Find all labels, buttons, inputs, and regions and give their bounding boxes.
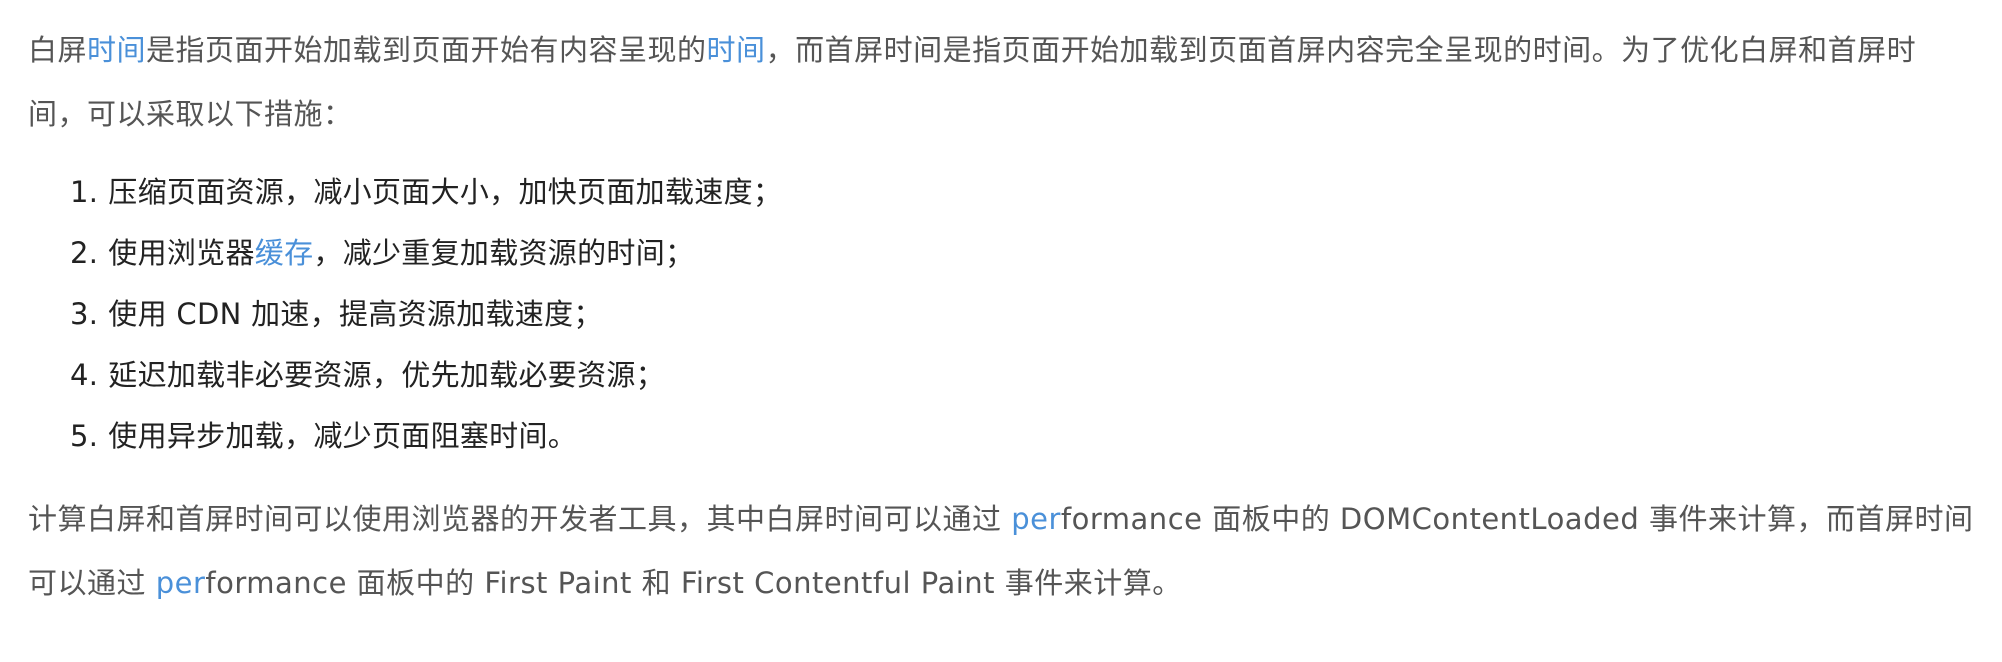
step-number: 5. (70, 419, 99, 453)
step-text-after: ，减少重复加载资源的时间； (313, 236, 695, 270)
measure-text-1: 计算白屏和首屏时间可以使用浏览器的开发者工具，其中白屏时间可以通过 (28, 502, 1012, 536)
list-item: 4. 延迟加载非必要资源，优先加载必要资源； (70, 345, 1974, 406)
time-link-2[interactable]: 时间 (707, 33, 766, 67)
intro-paragraph: 白屏时间是指页面开始加载到页面开始有内容呈现的时间，而首屏时间是指页面开始加载到… (28, 18, 1974, 146)
list-item: 1. 压缩页面资源，减小页面大小，加快页面加载速度； (70, 162, 1974, 223)
step-text: 使用 CDN 加速，提高资源加载速度； (108, 297, 603, 331)
list-item: 2. 使用浏览器缓存，减少重复加载资源的时间； (70, 223, 1974, 284)
step-text: 延迟加载非必要资源，优先加载必要资源； (108, 358, 665, 392)
list-item: 5. 使用异步加载，减少页面阻塞时间。 (70, 406, 1974, 467)
step-number: 4. (70, 358, 99, 392)
intro-text-1: 白屏 (28, 33, 88, 67)
step-number: 2. (70, 236, 99, 270)
optimization-steps-list: 1. 压缩页面资源，减小页面大小，加快页面加载速度； 2. 使用浏览器缓存，减少重复… (28, 162, 1974, 467)
performance-link-1[interactable]: per (1011, 502, 1061, 536)
step-number: 1. (70, 175, 99, 209)
step-text: 压缩页面资源，减小页面大小，加快页面加载速度； (108, 175, 783, 209)
performance-link-2[interactable]: per (156, 566, 206, 600)
step-number: 3. (70, 297, 99, 331)
intro-text-2: 是指页面开始加载到页面开始有内容呈现的 (146, 33, 707, 67)
measurement-paragraph: 计算白屏和首屏时间可以使用浏览器的开发者工具，其中白屏时间可以通过 perfor… (28, 487, 1974, 615)
time-link-1[interactable]: 时间 (87, 33, 146, 67)
list-item: 3. 使用 CDN 加速，提高资源加载速度； (70, 284, 1974, 345)
step-text: 使用异步加载，减少页面阻塞时间。 (108, 419, 578, 453)
measure-text-3: formance 面板中的 First Paint 和 First Conten… (205, 566, 1182, 600)
step-text-before: 使用浏览器 (108, 236, 255, 270)
article-content: 白屏时间是指页面开始加载到页面开始有内容呈现的时间，而首屏时间是指页面开始加载到… (0, 0, 2002, 615)
cache-link[interactable]: 缓存 (255, 236, 314, 270)
